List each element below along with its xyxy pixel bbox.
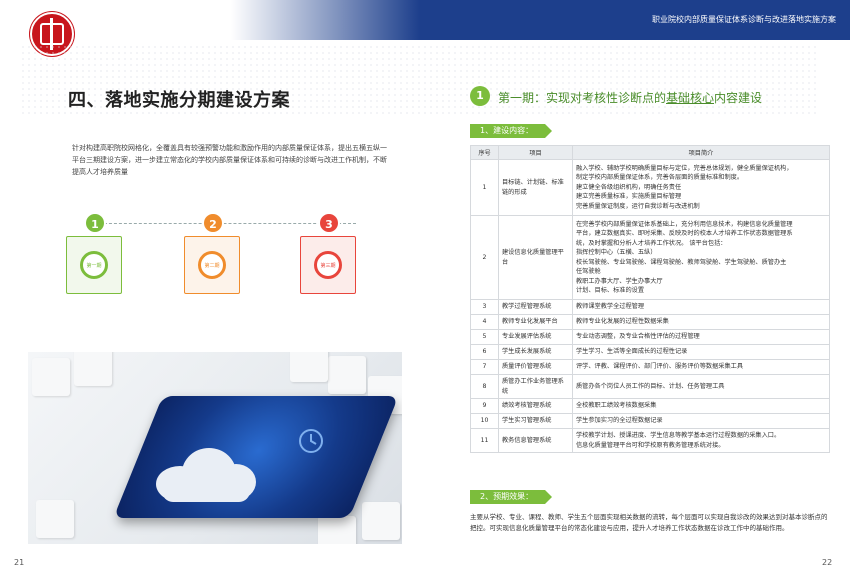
description-line: 校长驾驶舱、专业驾驶舱、课程驾驶舱、教师驾驶舱、学生驾驶舱、质管办主 <box>576 258 787 266</box>
header-title: 职业院校内部质量保证体系诊断与改进落地实施方案 <box>652 15 836 24</box>
row-description: 全校教职工绩效考核数据采集 <box>572 398 830 414</box>
clock-icon <box>299 429 323 453</box>
stage-label: 第三期 <box>320 263 336 269</box>
row-number: 3 <box>470 299 499 315</box>
description-line: 建立健全各级组织机构，明确任务责任 <box>576 183 682 191</box>
row-number: 4 <box>470 314 499 330</box>
row-number: 2 <box>470 215 499 300</box>
row-description: 教师专业化发展的过程性数据采集 <box>572 314 830 330</box>
table-row: 11 教务信息管理系统 学校教学计划、授课进度、学生信息等教学基本运行过程数据的采集… <box>470 428 830 453</box>
description-line: 全校教职工绩效考核数据采集 <box>576 402 657 410</box>
description-line: 完善质量保证制度，运行自我诊断与改进机制 <box>576 202 700 210</box>
row-description: 学生学习、生活等全面成长的过程性记录 <box>572 344 830 360</box>
description-line: 学校教学计划、授课进度、学生信息等教学基本运行过程数据的采集入口。 <box>576 432 781 439</box>
stage-number: 3 <box>318 212 340 234</box>
cloud-icon <box>146 444 258 504</box>
row-description: 质管办各个岗位人员工作的目标、计划、任务管理工具 <box>572 374 830 399</box>
row-number: 7 <box>470 359 499 375</box>
description-line: 计划、目标、标准的设置 <box>576 287 645 294</box>
table-row: 7 质量评价管理系统 评学、评教、课程评价、部门评价、服务评价等数据采集工具 <box>470 359 830 375</box>
table-row: 6 学生成长发展系统 学生学习、生活等全面成长的过程性记录 <box>470 344 830 360</box>
description-line: 评学、评教、课程评价、部门评价、服务评价等数据采集工具 <box>576 363 744 371</box>
row-number: 11 <box>470 428 499 453</box>
row-item: 教师专业化发展平台 <box>498 314 573 330</box>
intro-paragraph: 针对构建高职院校网格化，全覆盖具有较强预警功能和激励作用的内部质量保证体系，提出… <box>72 144 387 176</box>
description-line: 质管办各个岗位人员工作的目标、计划、任务管理工具 <box>576 382 725 390</box>
stage-ring-icon: 第一期 <box>80 251 108 279</box>
description-line: 学生学习、生活等全面成长的过程性记录 <box>576 348 688 356</box>
stage-ring-icon: 第三期 <box>314 251 342 279</box>
table-row: 10 学生实习管理系统 学生参加实习的全过程数据记录 <box>470 413 830 429</box>
table-row: 2 建设信息化质量管理平台 在完善学校内部质量保证体系基础上，充分利用信息技术，构建… <box>470 215 830 300</box>
page-number-right: 22 <box>822 558 833 567</box>
row-number: 9 <box>470 398 499 414</box>
stage-label: 第一期 <box>86 263 102 269</box>
row-item: 教学过程管理系统 <box>498 299 573 315</box>
table-header: 项目 <box>498 145 573 160</box>
cloud-tablet-illustration <box>28 352 402 544</box>
row-number: 6 <box>470 344 499 360</box>
stage-diagram: 1 第一期 2 第二期 3 第三期 <box>66 208 402 298</box>
table-header: 项目简介 <box>572 145 830 160</box>
description-line: 指挥控制中心（五横、五纵） <box>576 249 657 256</box>
row-item: 专业发展评估系统 <box>498 329 573 345</box>
build-content-table: 序号 项目 项目简介 1 目标链、计划链、标准链的形成 融入学校、辅助学校明确质量目… <box>470 145 830 453</box>
table-row: 5 专业发展评估系统 专业动态调整，及专业合格性评估的过程管理 <box>470 329 830 345</box>
row-item: 质量评价管理系统 <box>498 359 573 375</box>
row-item: 教务信息管理系统 <box>498 428 573 453</box>
table-header: 序号 <box>470 145 499 160</box>
expected-effect-tag: 2、预期效果： <box>470 490 553 504</box>
phase-title: 第一期：实现对考核性诊断点的基础核心内容建设 <box>498 91 763 105</box>
table-row: 3 教学过程管理系统 教师课堂教学全过程管理 <box>470 299 830 315</box>
description-line: 统，及时掌握和分析人才培养工作状况。 该平台包括： <box>576 239 727 247</box>
table-row: 4 教师专业化发展平台 教师专业化发展的过程性数据采集 <box>470 314 830 330</box>
row-item: 质管办工作业务管理系统 <box>498 374 573 399</box>
description-line: 教师专业化发展的过程性数据采集 <box>576 318 669 326</box>
row-item: 建设信息化质量管理平台 <box>498 215 573 300</box>
stage-ring-icon: 第二期 <box>198 251 226 279</box>
row-number: 5 <box>470 329 499 345</box>
row-description: 在完善学校内部质量保证体系基础上，充分利用信息技术，构建信息化质量管理 平台，建立… <box>572 215 830 300</box>
page-number-left: 21 <box>14 558 25 567</box>
stage-number: 1 <box>84 212 106 234</box>
section-title: 四、落地实施分期建设方案 <box>68 90 290 111</box>
row-item: 学生成长发展系统 <box>498 344 573 360</box>
description-line: 任驾驶舱 <box>576 268 601 275</box>
row-number: 8 <box>470 374 499 399</box>
description-line: 教师课堂教学全过程管理 <box>576 303 645 311</box>
build-content-tag: 1、建设内容： <box>470 124 553 138</box>
description-line: 平台，建立数据真实、即时采集、反映及时的校本人才培养工作状态数据管理系 <box>576 230 793 237</box>
description-line: 信息化质量管理平台可和学校原有教务管理系统对接。 <box>576 441 725 449</box>
stage-card: 第一期 <box>66 236 122 294</box>
description-line: 融入学校、辅助学校明确质量目标与定位，完善总体规划，健全质量保证机构， <box>576 164 793 172</box>
row-description: 学校教学计划、授课进度、学生信息等教学基本运行过程数据的采集入口。 信息化质量管理… <box>572 428 830 453</box>
description-line: 专业动态调整，及专业合格性评估的过程管理 <box>576 333 700 341</box>
row-item: 学生实习管理系统 <box>498 413 573 429</box>
table-row: 9 绩效考核管理系统 全校教职工绩效考核数据采集 <box>470 398 830 414</box>
stage-number: 2 <box>202 212 224 234</box>
description-line: 在完善学校内部质量保证体系基础上，充分利用信息技术，构建信息化质量管理 <box>576 220 793 228</box>
stage-card: 第三期 <box>300 236 356 294</box>
table-row: 1 目标链、计划链、标准链的形成 融入学校、辅助学校明确质量目标与定位，完善总体规划… <box>470 159 830 216</box>
description-line: 制定学校内部质量保证体系，完善各层面的质量标准和制度。 <box>576 174 744 182</box>
stage-label: 第二期 <box>204 263 220 269</box>
row-item: 目标链、计划链、标准链的形成 <box>498 159 573 216</box>
row-number: 10 <box>470 413 499 429</box>
expected-effect-paragraph: 主要从学校、专业、课程、教师、学生五个层面实现相关数据的流转，每个层面可以实现自… <box>470 513 828 532</box>
row-description: 融入学校、辅助学校明确质量目标与定位，完善总体规划，健全质量保证机构， 制定学校内… <box>572 159 830 216</box>
description-line: 学生参加实习的全过程数据记录 <box>576 417 663 425</box>
row-description: 评学、评教、课程评价、部门评价、服务评价等数据采集工具 <box>572 359 830 375</box>
stage-connector <box>94 223 356 224</box>
table-row: 8 质管办工作业务管理系统 质管办各个岗位人员工作的目标、计划、任务管理工具 <box>470 374 830 399</box>
description-line: 建立完善质量标准，实施质量目标管理 <box>576 193 682 201</box>
row-number: 1 <box>470 159 499 216</box>
phase-number-badge: 1 <box>470 86 490 106</box>
description-line: 教职工办事大厅、学生办事大厅 <box>576 277 663 285</box>
row-description: 学生参加实习的全过程数据记录 <box>572 413 830 429</box>
row-item: 绩效考核管理系统 <box>498 398 573 414</box>
row-description: 专业动态调整，及专业合格性评估的过程管理 <box>572 329 830 345</box>
stage-card: 第二期 <box>184 236 240 294</box>
row-description: 教师课堂教学全过程管理 <box>572 299 830 315</box>
